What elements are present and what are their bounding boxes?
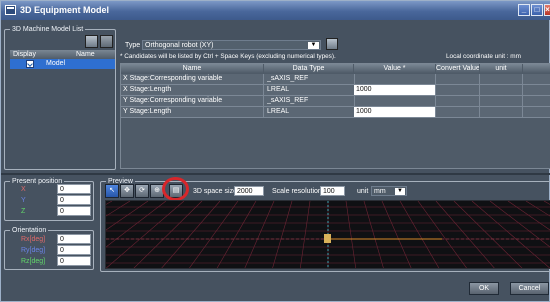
highlight-circle: [162, 177, 189, 201]
rz-field[interactable]: 0: [57, 256, 91, 266]
rx-field[interactable]: 0: [57, 234, 91, 244]
type-label: Type: [125, 42, 141, 49]
window-title: 3D Equipment Model: [20, 5, 110, 15]
col-name: Name: [121, 64, 263, 73]
row-data-type: LREAL: [267, 86, 290, 93]
y-position-field[interactable]: 0: [57, 195, 91, 205]
select-arrow-icon[interactable]: ↖: [105, 184, 119, 198]
table-row[interactable]: Y Stage:Length LREAL 1000: [121, 107, 550, 118]
orientation-label: Orientation: [10, 226, 49, 235]
scale-field[interactable]: 100: [320, 186, 345, 196]
dialog-window: 3D Equipment Model _ □ × 3D Machine Mode…: [0, 0, 550, 302]
col-convert-value: Convert Value: [436, 64, 479, 73]
rotate-icon[interactable]: ⟳: [135, 184, 149, 198]
move-icon[interactable]: ✥: [120, 184, 134, 198]
rz-label: Rz[deg]: [21, 258, 46, 265]
chevron-down-icon: ▼: [395, 188, 405, 195]
close-button[interactable]: ×: [544, 4, 550, 16]
table-row[interactable]: X Stage:Corresponding variable _sAXIS_RE…: [121, 74, 550, 85]
x-position-field[interactable]: 0: [57, 184, 91, 194]
ry-field[interactable]: 0: [57, 245, 91, 255]
type-select[interactable]: Orthogonal robot (XY) ▼: [142, 40, 321, 50]
value-field[interactable]: 1000: [354, 85, 435, 95]
x-label: X: [21, 186, 26, 193]
col-data-type: Data Type: [264, 64, 353, 73]
unit-label: unit: [357, 188, 369, 195]
list-item[interactable]: Model: [10, 59, 115, 69]
ok-button[interactable]: OK: [469, 282, 499, 295]
model-name: Model: [46, 60, 66, 67]
table-row[interactable]: X Stage:Length LREAL 1000: [121, 85, 550, 96]
row-name: X Stage:Corresponding variable: [123, 75, 223, 82]
preview-grid: [106, 201, 550, 268]
z-position-field[interactable]: 0: [57, 206, 91, 216]
value-field[interactable]: 1000: [354, 107, 435, 117]
value-field[interactable]: [354, 96, 435, 106]
value-field[interactable]: [354, 74, 435, 84]
row-name: X Stage:Length: [123, 86, 172, 93]
table-row[interactable]: Y Stage:Corresponding variable _sAXIS_RE…: [121, 96, 550, 107]
local-unit-text: Local coordinate unit : mm: [446, 53, 521, 60]
preview-viewport[interactable]: [105, 200, 550, 269]
y-label: Y: [21, 197, 26, 204]
scale-label: Scale resolution: [272, 188, 322, 195]
header-name: Name: [63, 50, 115, 59]
add-model-icon[interactable]: [85, 35, 98, 48]
minimize-button[interactable]: _: [518, 4, 530, 16]
display-checkbox[interactable]: [26, 60, 34, 68]
hint-text: * Candidates will be listed by Ctrl + Sp…: [120, 53, 336, 60]
header-display: Display: [10, 50, 63, 59]
ry-label: Ry[deg]: [21, 247, 46, 254]
col-extra: [523, 64, 550, 73]
app-icon: [5, 5, 16, 15]
cancel-button[interactable]: Cancel: [510, 282, 549, 295]
row-name: Y Stage:Corresponding variable: [123, 97, 223, 104]
row-data-type: _sAXIS_REF: [267, 75, 309, 82]
type-value: Orthogonal robot (XY): [145, 42, 214, 49]
unit-select[interactable]: mm ▼: [371, 186, 407, 196]
col-value: Value *: [354, 64, 435, 73]
col-unit: unit: [480, 64, 522, 73]
row-name: Y Stage:Length: [123, 108, 172, 115]
rx-label: Rx[deg]: [21, 236, 46, 243]
row-data-type: LREAL: [267, 108, 290, 115]
z-label: Z: [21, 208, 26, 215]
delete-model-icon[interactable]: [100, 35, 113, 48]
space-size-label: 3D space size: [193, 188, 237, 195]
unit-value: mm: [374, 188, 386, 195]
maximize-button[interactable]: □: [531, 4, 543, 16]
title-bar: 3D Equipment Model _ □ ×: [1, 1, 550, 20]
row-data-type: _sAXIS_REF: [267, 97, 309, 104]
type-settings-icon[interactable]: [326, 38, 338, 50]
model-list-label: 3D Machine Model List: [10, 25, 86, 34]
chevron-down-icon: ▼: [308, 42, 319, 49]
space-size-field[interactable]: 2000: [234, 186, 264, 196]
